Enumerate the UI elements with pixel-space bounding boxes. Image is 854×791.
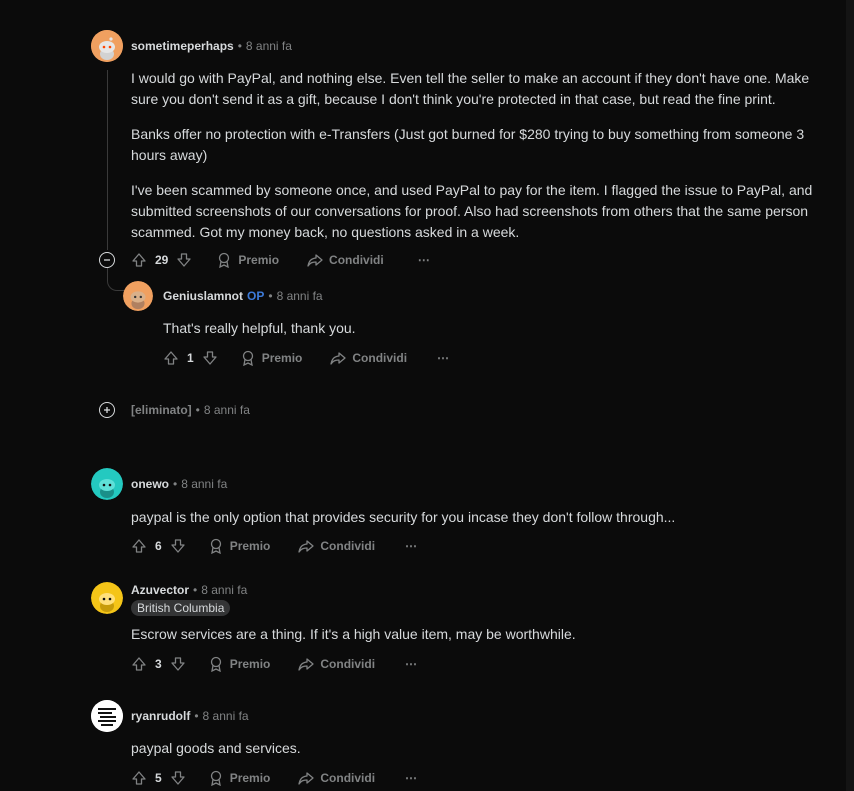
avatar[interactable] (91, 468, 123, 500)
timestamp[interactable]: 8 anni fa (204, 403, 250, 417)
share-label: Condividi (320, 657, 376, 671)
upvote-icon[interactable] (131, 252, 147, 268)
award-icon (208, 770, 224, 786)
vote-count: 1 (187, 351, 194, 365)
collapse-icon[interactable] (99, 252, 115, 268)
author-name[interactable]: onewo (131, 477, 169, 491)
more-icon[interactable]: ⋯ (405, 771, 417, 785)
downvote-icon[interactable] (170, 770, 186, 786)
share-icon (298, 656, 315, 672)
share-icon (298, 538, 315, 554)
upvote-icon[interactable] (163, 350, 179, 366)
more-icon[interactable]: ⋯ (418, 253, 430, 267)
award-button[interactable]: Premio (208, 538, 271, 554)
share-label: Condividi (320, 771, 376, 785)
comment-paragraph: I've been scammed by someone once, and u… (131, 182, 813, 240)
award-button[interactable]: Premio (208, 770, 271, 786)
more-icon[interactable]: ⋯ (405, 539, 417, 553)
comment-actions: 29 Premio Condividi ⋯ (131, 250, 430, 270)
award-label: Premio (261, 351, 303, 365)
op-badge: OP (247, 289, 265, 303)
comment-header: ryanrudolf • 8 anni fa (131, 709, 249, 723)
award-icon (216, 252, 232, 268)
share-icon (330, 350, 347, 366)
timestamp[interactable]: 8 anni fa (201, 583, 247, 597)
timestamp[interactable]: 8 anni fa (181, 477, 227, 491)
share-button[interactable]: Condividi (330, 350, 407, 366)
award-button[interactable]: Premio (216, 252, 279, 268)
comment-body: paypal is the only option that provides … (131, 509, 676, 525)
comment-actions: 3 Premio Condividi ⋯ (131, 654, 417, 674)
thread-line[interactable] (107, 70, 108, 250)
award-label: Premio (238, 253, 280, 267)
avatar[interactable] (91, 700, 123, 732)
award-icon (240, 350, 256, 366)
more-icon[interactable]: ⋯ (405, 657, 417, 671)
award-label: Premio (229, 539, 271, 553)
award-icon (208, 656, 224, 672)
comment-body: Escrow services are a thing. If it's a h… (131, 626, 576, 642)
share-label: Condividi (329, 253, 384, 267)
vote-count: 5 (155, 771, 162, 785)
comment-body: I would go with PayPal, and nothing else… (131, 68, 821, 243)
comment-header: onewo • 8 anni fa (131, 477, 228, 491)
expand-icon[interactable] (99, 402, 115, 418)
comment-header: sometimeperhaps • 8 anni fa (131, 39, 292, 53)
upvote-icon[interactable] (131, 770, 147, 786)
share-icon (298, 770, 315, 786)
author-name[interactable]: ryanrudolf (131, 709, 190, 723)
award-label: Premio (229, 771, 271, 785)
downvote-icon[interactable] (170, 538, 186, 554)
award-button[interactable]: Premio (240, 350, 303, 366)
author-name[interactable]: sometimeperhaps (131, 39, 234, 53)
share-button[interactable]: Condividi (298, 770, 375, 786)
user-flair: British Columbia (131, 600, 231, 616)
author-name[interactable]: Geniuslamnot (163, 289, 243, 303)
comment-header: Azuvector • 8 anni fa (131, 583, 248, 597)
share-label: Condividi (352, 351, 408, 365)
avatar[interactable] (123, 281, 153, 311)
comment-header: [eliminato] • 8 anni fa (131, 403, 250, 417)
downvote-icon[interactable] (170, 656, 186, 672)
share-button[interactable]: Condividi (307, 252, 384, 268)
vote-count: 3 (155, 657, 162, 671)
upvote-icon[interactable] (131, 656, 147, 672)
vote-count: 6 (155, 539, 162, 553)
share-button[interactable]: Condividi (298, 656, 375, 672)
timestamp[interactable]: 8 anni fa (203, 709, 249, 723)
more-icon[interactable]: ⋯ (437, 351, 449, 365)
share-button[interactable]: Condividi (298, 538, 375, 554)
comment-actions: 6 Premio Condividi ⋯ (131, 536, 417, 556)
comment-body: paypal goods and services. (131, 740, 301, 756)
vote-count: 29 (155, 253, 169, 267)
downvote-icon[interactable] (176, 252, 192, 268)
award-button[interactable]: Premio (208, 656, 271, 672)
award-label: Premio (229, 657, 271, 671)
author-name[interactable]: [eliminato] (131, 403, 192, 417)
comment-header: Geniuslamnot OP • 8 anni fa (163, 289, 323, 303)
comment-paragraph: Banks offer no protection with e-Transfe… (131, 126, 805, 163)
comment-body: That's really helpful, thank you. (163, 320, 356, 336)
comment-actions: 5 Premio Condividi ⋯ (131, 768, 417, 788)
avatar[interactable] (91, 582, 123, 614)
award-icon (208, 538, 224, 554)
timestamp[interactable]: 8 anni fa (246, 39, 292, 53)
timestamp[interactable]: 8 anni fa (277, 289, 323, 303)
share-icon (307, 252, 323, 268)
upvote-icon[interactable] (131, 538, 147, 554)
share-label: Condividi (320, 539, 376, 553)
reply-connector (107, 268, 124, 291)
avatar[interactable] (91, 30, 123, 62)
downvote-icon[interactable] (202, 350, 218, 366)
scrollbar[interactable] (846, 0, 854, 791)
author-name[interactable]: Azuvector (131, 583, 189, 597)
comment-actions: 1 Premio Condividi ⋯ (163, 348, 449, 368)
comment-paragraph: I would go with PayPal, and nothing else… (131, 70, 810, 107)
